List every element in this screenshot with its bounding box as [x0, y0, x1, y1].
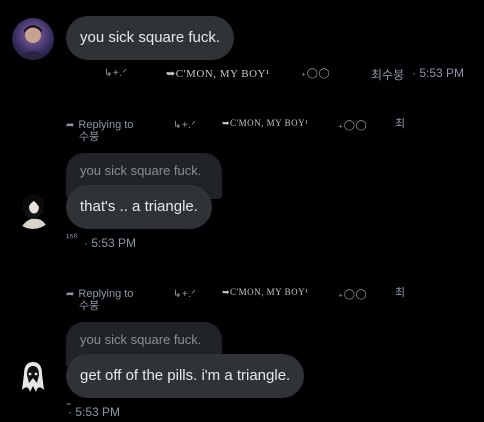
song-label: ➥C'MON, MY BOY¹: [166, 68, 270, 80]
message-bubble[interactable]: get off of the pills. i'm a triangle.: [66, 354, 305, 398]
reply-label: Replying to: [78, 288, 134, 300]
decorative-glyph: ₊◯◯: [338, 120, 368, 131]
quoted-text: you sick square fuck.: [80, 163, 202, 178]
avatar[interactable]: [12, 356, 54, 398]
timestamp: · 5:53 PM: [412, 66, 465, 80]
song-label: ➥C'MON, MY BOY¹: [222, 118, 309, 128]
timestamp: · 5:53 PM: [68, 405, 121, 419]
message-bubble[interactable]: you sick square fuck.: [66, 16, 235, 60]
reply-label: Replying to: [78, 119, 134, 131]
decorative-glyph: ₊◯◯: [338, 289, 368, 300]
decorative-glyph: ↳+.ᐟ: [173, 120, 197, 131]
reply-target-name[interactable]: 수붕: [79, 131, 99, 143]
footer-prefix: ¹⁵⁰: [66, 233, 78, 244]
avatar-image: [12, 18, 54, 60]
timestamp: · 5:53 PM: [84, 236, 137, 250]
message-bubble[interactable]: that's .. a triangle.: [66, 185, 212, 229]
avatar[interactable]: [12, 187, 54, 229]
decorative-glyph: ↳+.ᐟ: [104, 68, 128, 79]
quoted-text: you sick square fuck.: [80, 332, 202, 347]
reply-header[interactable]: ➦ Replying to: [66, 119, 133, 132]
decorative-glyph: ₊◯◯: [301, 68, 331, 79]
reply-target-name-start[interactable]: 최: [395, 287, 405, 299]
author-name[interactable]: 최수붕: [371, 66, 404, 83]
reply-icon: ➦: [66, 120, 75, 131]
message-text: you sick square fuck.: [80, 29, 221, 46]
decorative-glyph: ↳+.ᐟ: [173, 289, 197, 300]
reply-target-name[interactable]: 수붕: [79, 300, 99, 312]
reply-target-name-start[interactable]: 최: [395, 118, 405, 130]
song-label: ➥C'MON, MY BOY¹: [222, 287, 309, 297]
avatar-image: [12, 187, 54, 229]
message-text: that's .. a triangle.: [80, 198, 198, 215]
avatar-image: [12, 356, 54, 398]
message-text: get off of the pills. i'm a triangle.: [80, 367, 291, 384]
reply-header[interactable]: ➦ Replying to: [66, 288, 133, 301]
reply-icon: ➦: [66, 289, 75, 300]
avatar[interactable]: [12, 18, 54, 60]
